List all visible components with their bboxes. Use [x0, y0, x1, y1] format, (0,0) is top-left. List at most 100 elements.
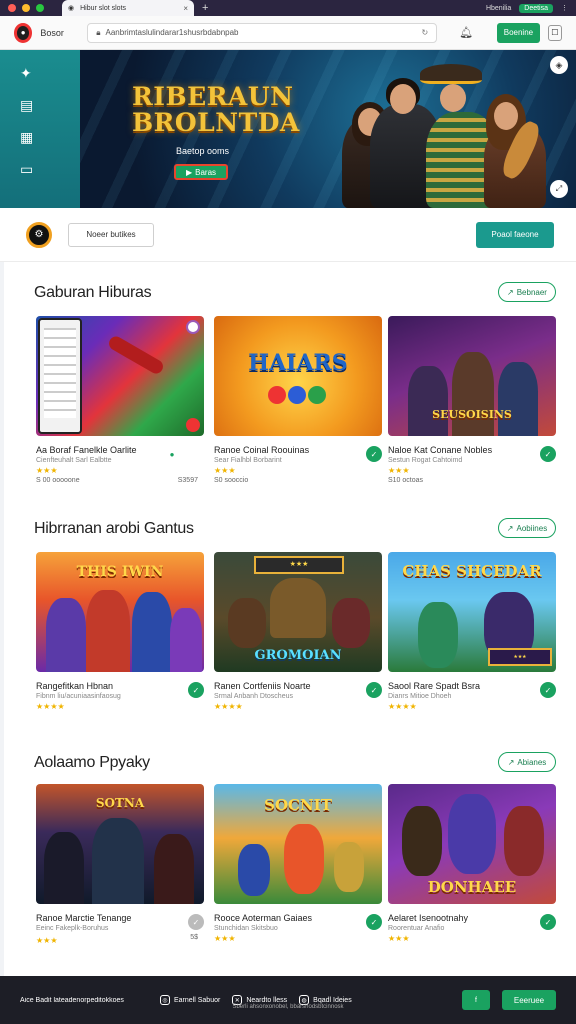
window-controls — [0, 4, 62, 12]
thumbnail-alert-icon — [186, 418, 200, 432]
wallet-icon[interactable]: ▭ — [20, 162, 33, 176]
section-2-link[interactable]: ↗ Aobiines — [498, 518, 556, 538]
hero-character-3-face — [440, 84, 466, 112]
game-thumbnail-title: CHAS SHCEDAR — [402, 562, 542, 580]
browser-tab-active[interactable]: ◉ Hibur slot slots × — [62, 0, 194, 16]
game-thumbnail[interactable]: ★★★ GROMOIAN — [214, 552, 382, 672]
game-thumbnail[interactable]: SOTNA — [36, 784, 204, 904]
phone-mockup — [38, 318, 82, 434]
side-nav: ✦ ▤ ▦ ▭ — [0, 50, 80, 208]
section-3-link[interactable]: ↗ Abianes — [498, 752, 556, 772]
game-name: Ranoe Marctie Tenange — [36, 913, 132, 923]
address-text: Aanbrimtaslulindarar1shusrbdabnpab — [105, 28, 239, 37]
signin-button[interactable]: Boenine — [497, 22, 540, 43]
arrow-icon: ↗ — [506, 523, 514, 533]
game-thumbnail[interactable]: DONHAEE — [388, 784, 556, 904]
hero-cta-label: Baras — [195, 167, 217, 177]
game-rating: ★★★ — [36, 936, 58, 945]
game-card[interactable]: SOCNIT Rooce Aoterman Gaiaes ✓ Stunchida… — [214, 784, 382, 943]
game-price: S 00 ooooone — [36, 477, 80, 484]
hero-subtitle: Baetop ooms — [176, 146, 230, 156]
account-icon[interactable]: ☐ — [547, 24, 562, 41]
hero-banner[interactable]: RIBERAUN BROLNTDA Baetop ooms ▶ Baras ◈ … — [80, 50, 576, 208]
left-edge-strip — [0, 262, 4, 976]
game-name: Rooce Aoterman Gaiaes — [214, 913, 313, 923]
profile-badge[interactable]: Deetisa — [519, 3, 553, 13]
game-name: Aelaret Isenootnahy — [388, 913, 469, 923]
tab-favicon-icon: ◉ — [68, 5, 75, 12]
document-icon[interactable]: ▤ — [20, 98, 33, 112]
calendar-icon[interactable]: ▦ — [20, 130, 33, 144]
game-card[interactable]: CHAS SHCEDAR ⭑⭑⭑ Saool Rare Spadt Bsra ✓… — [388, 552, 556, 711]
game-controller-icon[interactable]: ✦ — [20, 66, 32, 80]
game-thumbnail[interactable]: SOCNIT — [214, 784, 382, 904]
reload-icon[interactable]: ↻ — [422, 28, 429, 37]
game-price: 5$ — [190, 934, 198, 941]
game-card[interactable]: SOTNA Ranoe Marctie Tenange ✓ Eeinc Fake… — [36, 784, 204, 945]
game-thumbnail[interactable]: CHAS SHCEDAR ⭑⭑⭑ — [388, 552, 556, 672]
game-thumbnail-title: DONHAEE — [427, 878, 517, 896]
hero-character-2-face — [390, 84, 416, 114]
address-bar[interactable]: 🔒︎ Aanbrimtaslulindarar1shusrbdabnpab ↻ — [87, 22, 438, 43]
check-icon: ✓ — [540, 682, 556, 698]
hero-character-4-face — [494, 102, 518, 130]
filter-button[interactable]: Poaol faeone — [476, 221, 554, 248]
section-1-title: Gaburan Hiburas — [34, 284, 152, 301]
pin-icon[interactable]: ◈ — [550, 56, 568, 74]
hero-cta-button[interactable]: ▶ Baras — [174, 164, 228, 180]
facebook-icon: f — [475, 996, 477, 1004]
game-thumbnail[interactable]: HAIARS — [214, 316, 382, 436]
gear-logo-icon: ⚙ — [26, 221, 52, 248]
game-footer: S 00 ooooone S3597 — [36, 477, 204, 484]
minimize-window-button[interactable] — [22, 4, 30, 12]
game-thumbnail[interactable] — [36, 316, 204, 436]
section-3: Aolaamo Ppyaky ↗ Abianes SOTNA Ranoe Mar… — [34, 752, 556, 972]
game-meta: Sestun Rogat Cahtoimd — [388, 457, 463, 464]
section-1: Gaburan Hiburas ↗ Bebnaer Aa Boraf Fanel… — [34, 282, 556, 502]
hero-pirate-hat — [420, 64, 482, 84]
profile-label[interactable]: Hbenilia — [486, 5, 511, 12]
game-thumbnail[interactable]: SEUSOISINS — [388, 316, 556, 436]
browser-tabbar-right: Hbenilia Deetisa ⋮ — [486, 3, 576, 13]
new-tab-icon[interactable]: + — [202, 2, 208, 14]
browser-tabbar: ◉ Hibur slot slots × + Hbenilia Deetisa … — [0, 0, 576, 16]
thumbnail-sign: ★★★ — [254, 556, 344, 574]
section-3-link-label: Abianes — [517, 757, 547, 767]
game-name: Ranoe Coinal Roouinas — [214, 445, 310, 455]
section-1-link[interactable]: ↗ Bebnaer — [498, 282, 556, 302]
game-meta: Fibnm liu/acuniaasinfaosug — [36, 693, 121, 700]
game-thumbnail-title: HAIARS — [248, 350, 348, 376]
game-rating: ★★★★ — [388, 702, 417, 711]
check-icon: ✓ — [188, 682, 204, 698]
game-card[interactable]: Aa Boraf Fanelkle Oarlite ● Cienfteuhalt… — [36, 316, 204, 484]
hero-title: RIBERAUN BROLNTDA — [132, 84, 300, 136]
section-1-link-label: Bebnaer — [516, 287, 547, 297]
game-meta: Stunchidan Skitsbuo — [214, 925, 278, 932]
expand-icon[interactable]: ⤢ — [550, 180, 568, 198]
game-card[interactable]: ★★★ GROMOIAN Ranen Cortfeniis Noarte ✓ S… — [214, 552, 382, 711]
game-name: Ranen Cortfeniis Noarte — [214, 681, 311, 691]
flying-hero — [106, 333, 166, 377]
notification-bell-icon[interactable]: 🔔︎ — [459, 26, 473, 39]
close-window-button[interactable] — [8, 4, 16, 12]
menu-dots-icon[interactable]: ⋮ — [561, 4, 568, 12]
game-rating: ★★★ — [388, 934, 410, 943]
game-card[interactable]: DONHAEE Aelaret Isenootnahy ✓ Roorentuar… — [388, 784, 556, 943]
game-name: Naloe Kat Conane Nobles — [388, 445, 493, 455]
filter-row: ⚙ Noeer butikes Poaol faeone — [0, 208, 576, 262]
game-card[interactable]: SEUSOISINS Naloe Kat Conane Nobles ✓ Ses… — [388, 316, 556, 484]
game-card[interactable]: HAIARS Ranoe Coinal Roouinas ✓ Sear Fial… — [214, 316, 382, 484]
game-card[interactable]: THIS IWIN Rangefitkan Hbnan ✓ Fibnm liu/… — [36, 552, 204, 711]
maximize-window-button[interactable] — [36, 4, 44, 12]
game-meta: Dianrs Mitioe Dhoeh — [388, 693, 452, 700]
filter-input[interactable]: Noeer butikes — [68, 222, 154, 247]
game-thumbnail[interactable]: THIS IWIN — [36, 552, 204, 672]
site-brand[interactable]: Bosor — [40, 28, 79, 38]
tab-close-icon[interactable]: × — [183, 4, 188, 13]
lock-icon: 🔒︎ — [96, 27, 101, 37]
check-icon: ✓ — [540, 914, 556, 930]
check-icon: ✓ — [188, 914, 204, 930]
site-logo-icon[interactable]: ● — [14, 22, 33, 43]
thumbnail-character — [408, 366, 448, 436]
hero-title-line1: RIBERAUN — [132, 82, 294, 111]
